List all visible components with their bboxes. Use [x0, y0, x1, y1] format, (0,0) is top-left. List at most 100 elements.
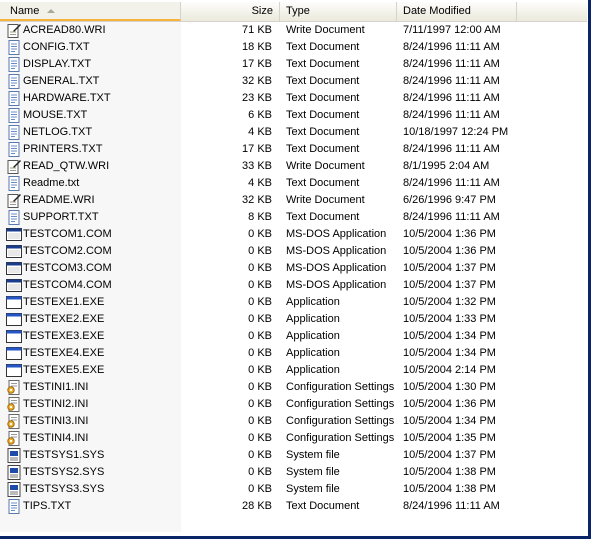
- file-name: TESTCOM1.COM: [23, 228, 112, 240]
- file-row[interactable]: DISPLAY.TXT 17 KB Text Document 8/24/1996 1…: [0, 56, 587, 73]
- text-document-icon: [6, 108, 22, 123]
- file-type: Write Document: [286, 160, 365, 172]
- file-row[interactable]: MOUSE.TXT 6 KB Text Document 8/24/1996 11:1…: [0, 107, 587, 124]
- text-document-icon: [6, 57, 22, 72]
- file-row[interactable]: ACREAD80.WRI 71 KB Write Document 7/11/1997…: [0, 22, 587, 39]
- file-size: 6 KB: [248, 109, 272, 121]
- file-size: 4 KB: [248, 126, 272, 138]
- file-date-modified: 10/18/1997 12:24 PM: [403, 126, 509, 138]
- file-size: 8 KB: [248, 211, 272, 223]
- file-row[interactable]: TIPS.TXT 28 KB Text Document 8/24/1996 11:1…: [0, 498, 587, 515]
- file-type: Text Document: [286, 500, 360, 512]
- file-row[interactable]: TESTSYS1.SYS 0 KB System file 10/5/2004 1:3…: [0, 447, 587, 464]
- file-type: MS-DOS Application: [286, 245, 387, 257]
- configuration-settings-icon: [6, 380, 22, 395]
- file-size: 33 KB: [242, 160, 272, 172]
- file-size: 0 KB: [248, 449, 272, 461]
- file-size: 17 KB: [242, 143, 272, 155]
- file-row[interactable]: NETLOG.TXT 4 KB Text Document 10/18/1997 12…: [0, 124, 587, 141]
- file-size: 32 KB: [242, 75, 272, 87]
- file-date-modified: 10/5/2004 2:14 PM: [403, 364, 496, 376]
- file-row[interactable]: TESTEXE4.EXE 0 KB Application 10/5/2004 1:3…: [0, 345, 587, 362]
- file-date-modified: 10/5/2004 1:37 PM: [403, 262, 496, 274]
- file-row[interactable]: READ_QTW.WRI 33 KB Write Document 8/1/1995 …: [0, 158, 587, 175]
- file-row[interactable]: TESTEXE2.EXE 0 KB Application 10/5/2004 1:3…: [0, 311, 587, 328]
- file-type: Text Document: [286, 126, 360, 138]
- text-document-icon: [6, 499, 22, 514]
- text-document-icon: [6, 40, 22, 55]
- file-name: TESTCOM3.COM: [23, 262, 112, 274]
- column-header-size[interactable]: Size: [181, 2, 280, 21]
- file-row[interactable]: TESTCOM4.COM 0 KB MS-DOS Application 10/5/2…: [0, 277, 587, 294]
- msdos-application-icon: [6, 227, 22, 242]
- text-document-icon: [6, 142, 22, 157]
- file-row[interactable]: TESTCOM2.COM 0 KB MS-DOS Application 10/5/2…: [0, 243, 587, 260]
- file-date-modified: 10/5/2004 1:32 PM: [403, 296, 496, 308]
- file-type: System file: [286, 449, 340, 461]
- file-name: TESTINI2.INI: [23, 398, 89, 410]
- configuration-settings-icon: [6, 397, 22, 412]
- file-name: ACREAD80.WRI: [23, 24, 106, 36]
- file-row[interactable]: CONFIG.TXT 18 KB Text Document 8/24/1996 11…: [0, 39, 587, 56]
- file-date-modified: 10/5/2004 1:30 PM: [403, 381, 496, 393]
- file-date-modified: 10/5/2004 1:37 PM: [403, 279, 496, 291]
- file-size: 0 KB: [248, 330, 272, 342]
- file-name: NETLOG.TXT: [23, 126, 93, 138]
- file-row[interactable]: TESTEXE1.EXE 0 KB Application 10/5/2004 1:3…: [0, 294, 587, 311]
- file-row[interactable]: TESTCOM1.COM 0 KB MS-DOS Application 10/5/2…: [0, 226, 587, 243]
- file-row[interactable]: TESTSYS2.SYS 0 KB System file 10/5/2004 1:3…: [0, 464, 587, 481]
- file-type: Configuration Settings: [286, 432, 395, 444]
- file-row[interactable]: PRINTERS.TXT 17 KB Text Document 8/24/1996 …: [0, 141, 587, 158]
- file-type: Application: [286, 313, 340, 325]
- file-size: 32 KB: [242, 194, 272, 206]
- file-row[interactable]: GENERAL.TXT 32 KB Text Document 8/24/1996 1…: [0, 73, 587, 90]
- application-icon: [6, 363, 22, 378]
- column-header-size-label: Size: [251, 5, 273, 17]
- file-type: Text Document: [286, 41, 360, 53]
- file-row[interactable]: TESTEXE5.EXE 0 KB Application 10/5/2004 2:1…: [0, 362, 587, 379]
- file-row[interactable]: Readme.txt 4 KB Text Document 8/24/1996 11:…: [0, 175, 587, 192]
- file-name: PRINTERS.TXT: [23, 143, 103, 155]
- column-header-name[interactable]: Name: [0, 2, 181, 21]
- file-date-modified: 8/1/1995 2:04 AM: [403, 160, 490, 172]
- file-row[interactable]: TESTINI3.INI 0 KB Configuration Settings 10…: [0, 413, 587, 430]
- text-document-icon: [6, 91, 22, 106]
- file-type: MS-DOS Application: [286, 279, 387, 291]
- text-document-icon: [6, 125, 22, 140]
- file-row[interactable]: TESTEXE3.EXE 0 KB Application 10/5/2004 1:3…: [0, 328, 587, 345]
- file-row[interactable]: TESTSYS3.SYS 0 KB System file 10/5/2004 1:3…: [0, 481, 587, 498]
- write-document-icon: [6, 23, 22, 38]
- file-name: TESTCOM2.COM: [23, 245, 112, 257]
- file-row[interactable]: TESTINI1.INI 0 KB Configuration Settings 10…: [0, 379, 587, 396]
- application-icon: [6, 346, 22, 361]
- file-date-modified: 10/5/2004 1:34 PM: [403, 330, 496, 342]
- file-date-modified: 10/5/2004 1:38 PM: [403, 483, 496, 495]
- file-row[interactable]: README.WRI 32 KB Write Document 6/26/1996 9…: [0, 192, 587, 209]
- application-icon: [6, 312, 22, 327]
- file-size: 0 KB: [248, 262, 272, 274]
- file-size: 18 KB: [242, 41, 272, 53]
- column-header-type[interactable]: Type: [280, 2, 397, 21]
- text-document-icon: [6, 210, 22, 225]
- file-name: TESTEXE2.EXE: [23, 313, 105, 325]
- file-name: TESTEXE4.EXE: [23, 347, 105, 359]
- file-type: Application: [286, 364, 340, 376]
- file-type: Application: [286, 347, 340, 359]
- msdos-application-icon: [6, 261, 22, 276]
- file-date-modified: 8/24/1996 11:11 AM: [403, 58, 500, 70]
- file-row[interactable]: TESTINI4.INI 0 KB Configuration Settings 10…: [0, 430, 587, 447]
- column-header-date-modified[interactable]: Date Modified: [397, 2, 517, 21]
- file-date-modified: 8/24/1996 11:11 AM: [403, 109, 500, 121]
- configuration-settings-icon: [6, 431, 22, 446]
- file-type: Write Document: [286, 24, 365, 36]
- application-icon: [6, 329, 22, 344]
- file-name: TESTSYS1.SYS: [23, 449, 105, 461]
- file-size: 28 KB: [242, 500, 272, 512]
- file-type: MS-DOS Application: [286, 228, 387, 240]
- file-row[interactable]: SUPPORT.TXT 8 KB Text Document 8/24/1996 11…: [0, 209, 587, 226]
- file-row[interactable]: TESTCOM3.COM 0 KB MS-DOS Application 10/5/2…: [0, 260, 587, 277]
- column-header-type-label: Type: [286, 5, 310, 17]
- file-size: 0 KB: [248, 279, 272, 291]
- file-row[interactable]: TESTINI2.INI 0 KB Configuration Settings 10…: [0, 396, 587, 413]
- file-row[interactable]: HARDWARE.TXT 23 KB Text Document 8/24/1996 …: [0, 90, 587, 107]
